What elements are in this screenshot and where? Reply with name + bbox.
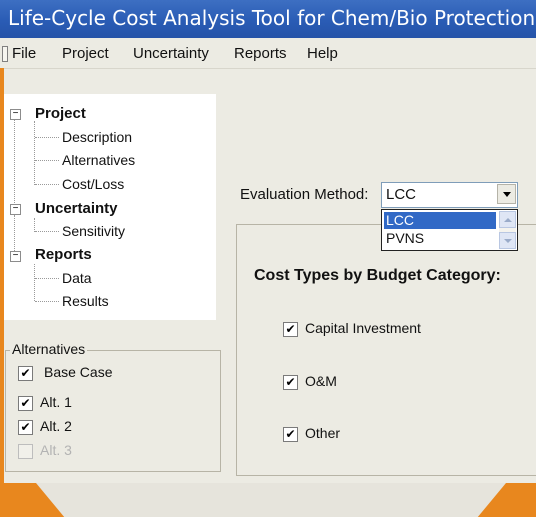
menu-reports[interactable]: Reports xyxy=(234,45,287,62)
tree-connector xyxy=(34,121,35,185)
navigation-tree: − Project Description Alternatives Cost/… xyxy=(0,94,216,320)
collapse-uncertainty-icon[interactable]: − xyxy=(10,204,21,215)
chevron-down-icon xyxy=(503,192,511,197)
tree-item-project[interactable]: Project xyxy=(35,105,86,122)
tree-connector xyxy=(34,264,35,301)
base-case-checkbox[interactable]: ✔ xyxy=(18,366,33,381)
tree-item-results[interactable]: Results xyxy=(62,293,109,309)
collapse-reports-icon[interactable]: − xyxy=(10,251,21,262)
tree-connector xyxy=(14,215,15,255)
tree-item-reports[interactable]: Reports xyxy=(35,246,92,263)
menu-bar: File Project Uncertainty Reports Help xyxy=(0,38,536,69)
tree-connector xyxy=(34,218,35,232)
status-strip xyxy=(36,483,506,517)
tree-item-sensitivity[interactable]: Sensitivity xyxy=(62,223,125,239)
menu-uncertainty[interactable]: Uncertainty xyxy=(133,45,209,62)
menu-project[interactable]: Project xyxy=(62,45,109,62)
evaluation-method-dropdown-list: LCC PVNS xyxy=(381,209,518,251)
alternatives-groupbox xyxy=(5,350,221,472)
tree-connector xyxy=(14,119,15,215)
alt-1-checkbox[interactable]: ✔ xyxy=(18,396,33,411)
chevron-down-icon xyxy=(504,239,512,243)
other-checkbox[interactable]: ✔ xyxy=(283,427,298,442)
scroll-down-button[interactable] xyxy=(499,232,516,249)
option-lcc[interactable]: LCC xyxy=(384,212,496,229)
tree-connector xyxy=(35,301,59,302)
tree-connector xyxy=(35,184,59,185)
alt-1-label: Alt. 1 xyxy=(40,394,72,410)
window-icon xyxy=(2,46,8,62)
combo-dropdown-button[interactable] xyxy=(497,184,516,204)
alt-2-checkbox[interactable]: ✔ xyxy=(18,420,33,435)
evaluation-method-combobox[interactable]: LCC xyxy=(381,182,518,208)
tree-item-alternatives[interactable]: Alternatives xyxy=(62,152,135,168)
tree-connector xyxy=(35,231,59,232)
menu-file[interactable]: File xyxy=(12,45,36,62)
tree-item-data[interactable]: Data xyxy=(62,270,92,286)
left-frame-edge xyxy=(0,68,4,483)
alt-3-checkbox xyxy=(18,444,33,459)
tree-item-description[interactable]: Description xyxy=(62,129,132,145)
option-pvns[interactable]: PVNS xyxy=(384,230,496,247)
base-case-label: Base Case xyxy=(44,364,113,380)
chevron-up-icon xyxy=(504,218,512,222)
capital-investment-checkbox[interactable]: ✔ xyxy=(283,322,298,337)
alt-2-label: Alt. 2 xyxy=(40,418,72,434)
evaluation-method-label: Evaluation Method: xyxy=(240,186,369,203)
tree-connector xyxy=(35,278,59,279)
title-bar[interactable]: Life-Cycle Cost Analysis Tool for Chem/B… xyxy=(0,0,536,38)
evaluation-method-value: LCC xyxy=(386,186,417,203)
tree-connector xyxy=(35,160,59,161)
om-label: O&M xyxy=(305,373,337,389)
dropdown-scrollbar[interactable] xyxy=(499,211,516,249)
tree-connector xyxy=(35,137,59,138)
menu-help[interactable]: Help xyxy=(307,45,338,62)
tree-item-uncertainty[interactable]: Uncertainty xyxy=(35,200,118,217)
cost-types-panel xyxy=(236,224,536,476)
alt-3-label: Alt. 3 xyxy=(40,442,72,458)
alternatives-group-title: Alternatives xyxy=(10,341,88,357)
window-title: Life-Cycle Cost Analysis Tool for Chem/B… xyxy=(8,6,536,30)
capital-investment-label: Capital Investment xyxy=(305,320,421,336)
app-window: Life-Cycle Cost Analysis Tool for Chem/B… xyxy=(0,0,536,517)
cost-types-title: Cost Types by Budget Category: xyxy=(254,267,501,284)
om-checkbox[interactable]: ✔ xyxy=(283,375,298,390)
scroll-up-button[interactable] xyxy=(499,211,516,228)
tree-item-cost-loss[interactable]: Cost/Loss xyxy=(62,176,124,192)
other-label: Other xyxy=(305,425,341,441)
collapse-project-icon[interactable]: − xyxy=(10,109,21,120)
